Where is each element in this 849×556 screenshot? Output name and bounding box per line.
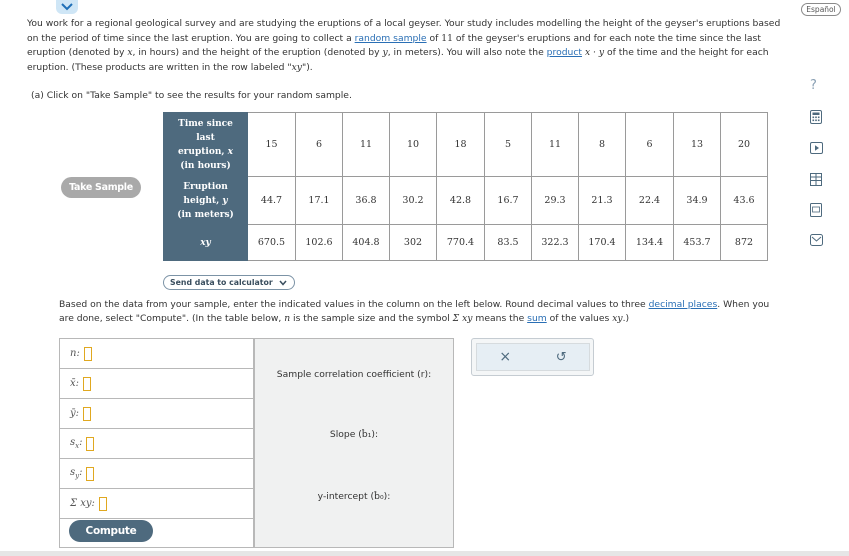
table-cell: 17.1	[295, 176, 343, 225]
sx-input[interactable]	[86, 436, 95, 451]
table-cell: 670.5	[247, 224, 296, 261]
ybar-input[interactable]	[83, 406, 92, 421]
table-cell: 43.6	[720, 176, 768, 225]
calculator-icon[interactable]	[809, 110, 823, 124]
video-icon[interactable]	[809, 141, 823, 155]
table-cell: 170.4	[578, 224, 626, 261]
answer-actions: × ↺	[471, 338, 594, 376]
table-cell: 42.8	[436, 176, 485, 225]
textbook-icon[interactable]	[809, 203, 823, 217]
send-to-calculator-dropdown[interactable]: Send data to calculator	[163, 275, 295, 290]
table-row-time: Time since last eruption, x (in hours) 1…	[163, 112, 768, 177]
table-cell: 20	[720, 112, 768, 177]
clear-icon[interactable]: ×	[499, 350, 511, 364]
data-table-icon[interactable]	[809, 172, 823, 186]
bottom-divider	[0, 551, 849, 556]
table-cell: 15	[247, 112, 296, 177]
table-cell: 134.4	[625, 224, 674, 261]
table-cell: 8	[578, 112, 626, 177]
language-toggle-button[interactable]: Español	[801, 3, 841, 16]
problem-intro: You work for a regional geological surve…	[27, 18, 781, 73]
table-row-height: Eruption height, y (in meters) 44.7 17.1…	[163, 176, 768, 225]
sum-xy-input[interactable]	[98, 496, 107, 511]
sy-input-row: sy:	[59, 458, 254, 488]
table-cell: 36.8	[342, 176, 390, 225]
n-input[interactable]	[83, 346, 92, 361]
sum-xy-input-row: Σ xy:	[59, 488, 254, 518]
table-cell: 21.3	[578, 176, 626, 225]
correlation-coefficient-label: Sample correlation coefficient (r):	[276, 369, 432, 380]
table-cell: 770.4	[436, 224, 485, 261]
y-intercept-label: y-intercept (b̂₀):	[317, 491, 391, 502]
instructions-text: Based on the data from your sample, ente…	[59, 299, 770, 325]
table-cell: 29.3	[531, 176, 579, 225]
row-header-time: Time since last eruption, x (in hours)	[163, 112, 248, 177]
ybar-input-row: ȳ:	[59, 398, 254, 428]
sy-input[interactable]	[86, 466, 95, 481]
row-header-height: Eruption height, y (in meters)	[163, 176, 248, 225]
table-cell: 13	[673, 112, 721, 177]
results-panel: Sample correlation coefficient (r): Slop…	[254, 338, 454, 548]
table-cell: 302	[389, 224, 437, 261]
table-cell: 34.9	[673, 176, 721, 225]
table-cell: 18	[436, 112, 485, 177]
help-icon[interactable]: ?	[810, 78, 817, 93]
slope-label: Slope (b̂₁):	[329, 429, 379, 440]
random-sample-link[interactable]: random sample	[355, 33, 427, 44]
statistics-input-panel: n: x̄: ȳ: sx: sy: Σ xy: Compute	[59, 338, 254, 548]
sum-link[interactable]: sum	[527, 313, 547, 324]
decimal-places-link[interactable]: decimal places	[649, 299, 718, 310]
collapse-chevron-button[interactable]	[56, 0, 78, 14]
xbar-input-row: x̄:	[59, 368, 254, 398]
table-cell: 10	[389, 112, 437, 177]
product-link[interactable]: product	[547, 47, 582, 58]
table-row-xy: xy 670.5 102.6 404.8 302 770.4 83.5 322.…	[163, 224, 768, 261]
table-cell: 872	[720, 224, 768, 261]
table-cell: 22.4	[625, 176, 674, 225]
n-input-row: n:	[59, 338, 254, 368]
table-cell: 453.7	[673, 224, 721, 261]
row-header-xy: xy	[163, 224, 248, 261]
table-cell: 83.5	[484, 224, 532, 261]
table-cell: 11	[531, 112, 579, 177]
table-cell: 11	[342, 112, 390, 177]
sample-data-table: Time since last eruption, x (in hours) 1…	[163, 112, 768, 261]
table-cell: 5	[484, 112, 532, 177]
chevron-down-icon	[61, 3, 73, 11]
xbar-input[interactable]	[83, 376, 92, 391]
undo-icon[interactable]: ↺	[556, 351, 567, 364]
table-cell: 44.7	[247, 176, 296, 225]
send-to-calculator-label: Send data to calculator	[170, 278, 273, 287]
chevron-down-icon	[279, 280, 287, 286]
table-cell: 30.2	[389, 176, 437, 225]
compute-button[interactable]: Compute	[69, 520, 153, 542]
table-cell: 6	[295, 112, 343, 177]
table-cell: 6	[625, 112, 674, 177]
table-cell: 16.7	[484, 176, 532, 225]
table-cell: 322.3	[531, 224, 579, 261]
sx-input-row: sx:	[59, 428, 254, 458]
take-sample-button[interactable]: Take Sample	[61, 177, 141, 198]
table-cell: 404.8	[342, 224, 390, 261]
table-cell: 102.6	[295, 224, 343, 261]
message-icon[interactable]	[809, 233, 823, 247]
part-a-prompt: (a) Click on "Take Sample" to see the re…	[31, 90, 352, 101]
